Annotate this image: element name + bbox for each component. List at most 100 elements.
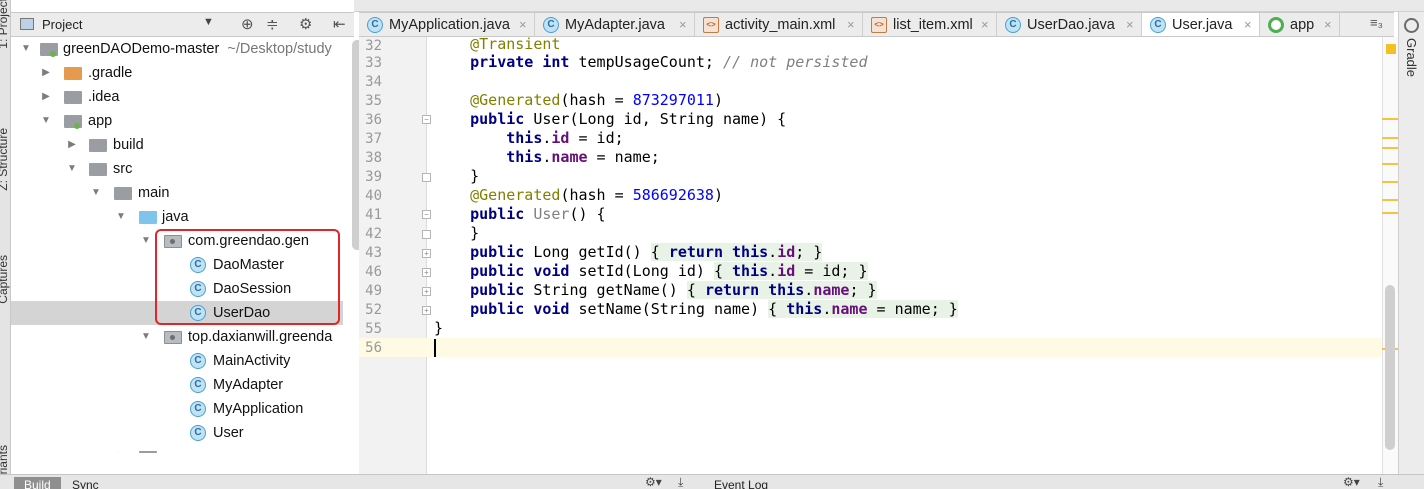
- project-icon: [20, 18, 34, 30]
- target-icon[interactable]: ⊕: [241, 15, 254, 33]
- module-folder-icon: [40, 43, 58, 57]
- expand-arrow-icon[interactable]: ▼: [20, 37, 32, 61]
- code-line: public void setName(String name) { this.…: [470, 300, 958, 318]
- tree-item-label: MyAdapter: [213, 377, 284, 393]
- expand-arrow-icon[interactable]: ▼: [140, 325, 152, 349]
- expand-arrow-icon[interactable]: ▼: [115, 205, 127, 229]
- tree-item-path: ~/Desktop/study: [227, 41, 332, 57]
- close-icon[interactable]: ×: [679, 13, 687, 36]
- tab-activity-main-xml[interactable]: <> activity_main.xml ×: [695, 13, 863, 36]
- warning-marker[interactable]: [1382, 137, 1398, 139]
- tab-userdao-java[interactable]: C UserDao.java ×: [997, 13, 1142, 36]
- class-icon: C: [1150, 17, 1166, 33]
- tree-item-label: java: [162, 209, 189, 225]
- tree-item-class-user[interactable]: C User: [11, 421, 343, 445]
- tree-item-main[interactable]: ▼ main: [11, 181, 343, 205]
- tab-label: activity_main.xml: [725, 17, 836, 33]
- tree-item-label: MyApplication: [213, 401, 304, 417]
- tab-sync[interactable]: Sync: [62, 477, 109, 489]
- tree-item-class-myadapter[interactable]: C MyAdapter: [11, 373, 343, 397]
- chevron-down-icon[interactable]: ▼: [203, 16, 214, 28]
- tab-myapplication-java[interactable]: C MyApplication.java ×: [359, 13, 535, 36]
- gear-icon[interactable]: ⚙▾: [645, 475, 662, 489]
- xml-file-icon: <>: [871, 17, 887, 33]
- expand-arrow-icon[interactable]: ▶: [40, 61, 52, 85]
- warning-marker[interactable]: [1382, 147, 1398, 149]
- warning-marker[interactable]: [1382, 181, 1398, 183]
- warning-marker[interactable]: [1382, 163, 1398, 165]
- close-icon[interactable]: ×: [981, 13, 989, 36]
- highlight-box: [155, 229, 340, 325]
- expand-arrow-icon[interactable]: ▼: [66, 157, 78, 181]
- warning-status-icon[interactable]: [1386, 44, 1396, 54]
- structure-tool-tab[interactable]: Z: Structure: [0, 128, 10, 191]
- expand-arrow-icon[interactable]: ▼: [90, 181, 102, 205]
- tab-list-item-xml[interactable]: <> list_item.xml ×: [863, 13, 997, 36]
- tree-item-label: res: [162, 445, 182, 453]
- warning-marker[interactable]: [1382, 118, 1398, 120]
- tree-item-res[interactable]: ▶ res: [11, 445, 343, 453]
- expand-arrow-icon[interactable]: ▶: [115, 445, 127, 453]
- hide-panel-icon[interactable]: ⤓: [678, 475, 683, 489]
- package-icon: [164, 331, 182, 344]
- tree-item-project-root[interactable]: ▼ greenDAODemo-master ~/Desktop/study: [11, 37, 343, 61]
- warning-marker[interactable]: [1382, 212, 1398, 214]
- line-number: 36: [365, 112, 382, 128]
- code-line: }: [434, 167, 480, 185]
- captures-tool-tab[interactable]: Captures: [0, 255, 10, 304]
- code-line: @Transient: [470, 37, 561, 53]
- tree-item-gradle[interactable]: ▶ .gradle: [11, 61, 343, 85]
- expand-arrow-icon[interactable]: ▼: [40, 109, 52, 133]
- close-icon[interactable]: ×: [1324, 13, 1332, 36]
- tab-label: app: [1290, 17, 1315, 33]
- folder-icon: [89, 139, 107, 152]
- tree-item-java[interactable]: ▼ java: [11, 205, 343, 229]
- expand-arrow-icon[interactable]: ▶: [40, 85, 52, 109]
- tree-item-class-myapplication[interactable]: C MyApplication: [11, 397, 343, 421]
- collapse-icon[interactable]: ≑: [266, 15, 279, 33]
- event-log-title[interactable]: Event Log: [704, 477, 778, 489]
- project-panel-title[interactable]: Project: [42, 17, 82, 32]
- tree-item-label: User: [213, 425, 244, 441]
- tree-item-label: main: [138, 185, 170, 201]
- gradle-icon[interactable]: [1404, 18, 1419, 33]
- warning-marker[interactable]: [1382, 199, 1398, 201]
- tab-myadapter-java[interactable]: C MyAdapter.java ×: [535, 13, 695, 36]
- tree-item-label: app: [88, 113, 113, 129]
- tab-app[interactable]: app ×: [1260, 13, 1340, 36]
- tree-item-class-mainactivity[interactable]: C MainActivity: [11, 349, 343, 373]
- gradle-tool-tab[interactable]: Gradle: [1404, 38, 1419, 77]
- folder-icon: [89, 163, 107, 176]
- tree-item-app[interactable]: ▼ app: [11, 109, 343, 133]
- close-icon[interactable]: ×: [1244, 13, 1252, 36]
- tree-item-build[interactable]: ▶ build: [11, 133, 343, 157]
- close-icon[interactable]: ×: [1126, 13, 1134, 36]
- tab-user-java[interactable]: C User.java ×: [1142, 13, 1260, 36]
- folder-icon: [64, 91, 82, 104]
- hide-panel-icon[interactable]: ⤓: [1378, 475, 1383, 489]
- tree-item-idea[interactable]: ▶ .idea: [11, 85, 343, 109]
- expand-arrow-icon[interactable]: ▶: [66, 133, 78, 157]
- expand-arrow-icon[interactable]: ▼: [140, 229, 152, 253]
- line-number: 40: [365, 188, 382, 204]
- tab-build[interactable]: Build: [14, 477, 61, 489]
- gear-icon[interactable]: ⚙▾: [1343, 475, 1360, 489]
- gear-icon[interactable]: ⚙: [299, 15, 312, 33]
- hide-panel-icon[interactable]: ⇤: [333, 15, 346, 33]
- tab-label: UserDao.java: [1027, 17, 1115, 33]
- project-tool-tab[interactable]: 1: Project: [0, 0, 10, 49]
- close-icon[interactable]: ×: [519, 13, 527, 36]
- line-number: 52: [365, 302, 382, 318]
- tree-item-src[interactable]: ▼ src: [11, 157, 343, 181]
- close-icon[interactable]: ×: [847, 13, 855, 36]
- tree-item-package-daxianwill[interactable]: ▼ top.daxianwill.greenda: [11, 325, 343, 349]
- editor-scrollbar[interactable]: [1385, 285, 1395, 450]
- tree-item-label: build: [113, 137, 144, 153]
- code-editor[interactable]: @Transient private int tempUsageCount; /…: [428, 37, 1382, 474]
- tab-overflow-menu-icon[interactable]: ≡₃: [1370, 15, 1383, 30]
- code-line: @Generated(hash = 586692638): [470, 186, 723, 204]
- line-number: 55: [365, 321, 382, 337]
- current-line-highlight: [428, 338, 1382, 357]
- line-number: 33: [365, 55, 382, 71]
- tree-item-label: MainActivity: [213, 353, 291, 369]
